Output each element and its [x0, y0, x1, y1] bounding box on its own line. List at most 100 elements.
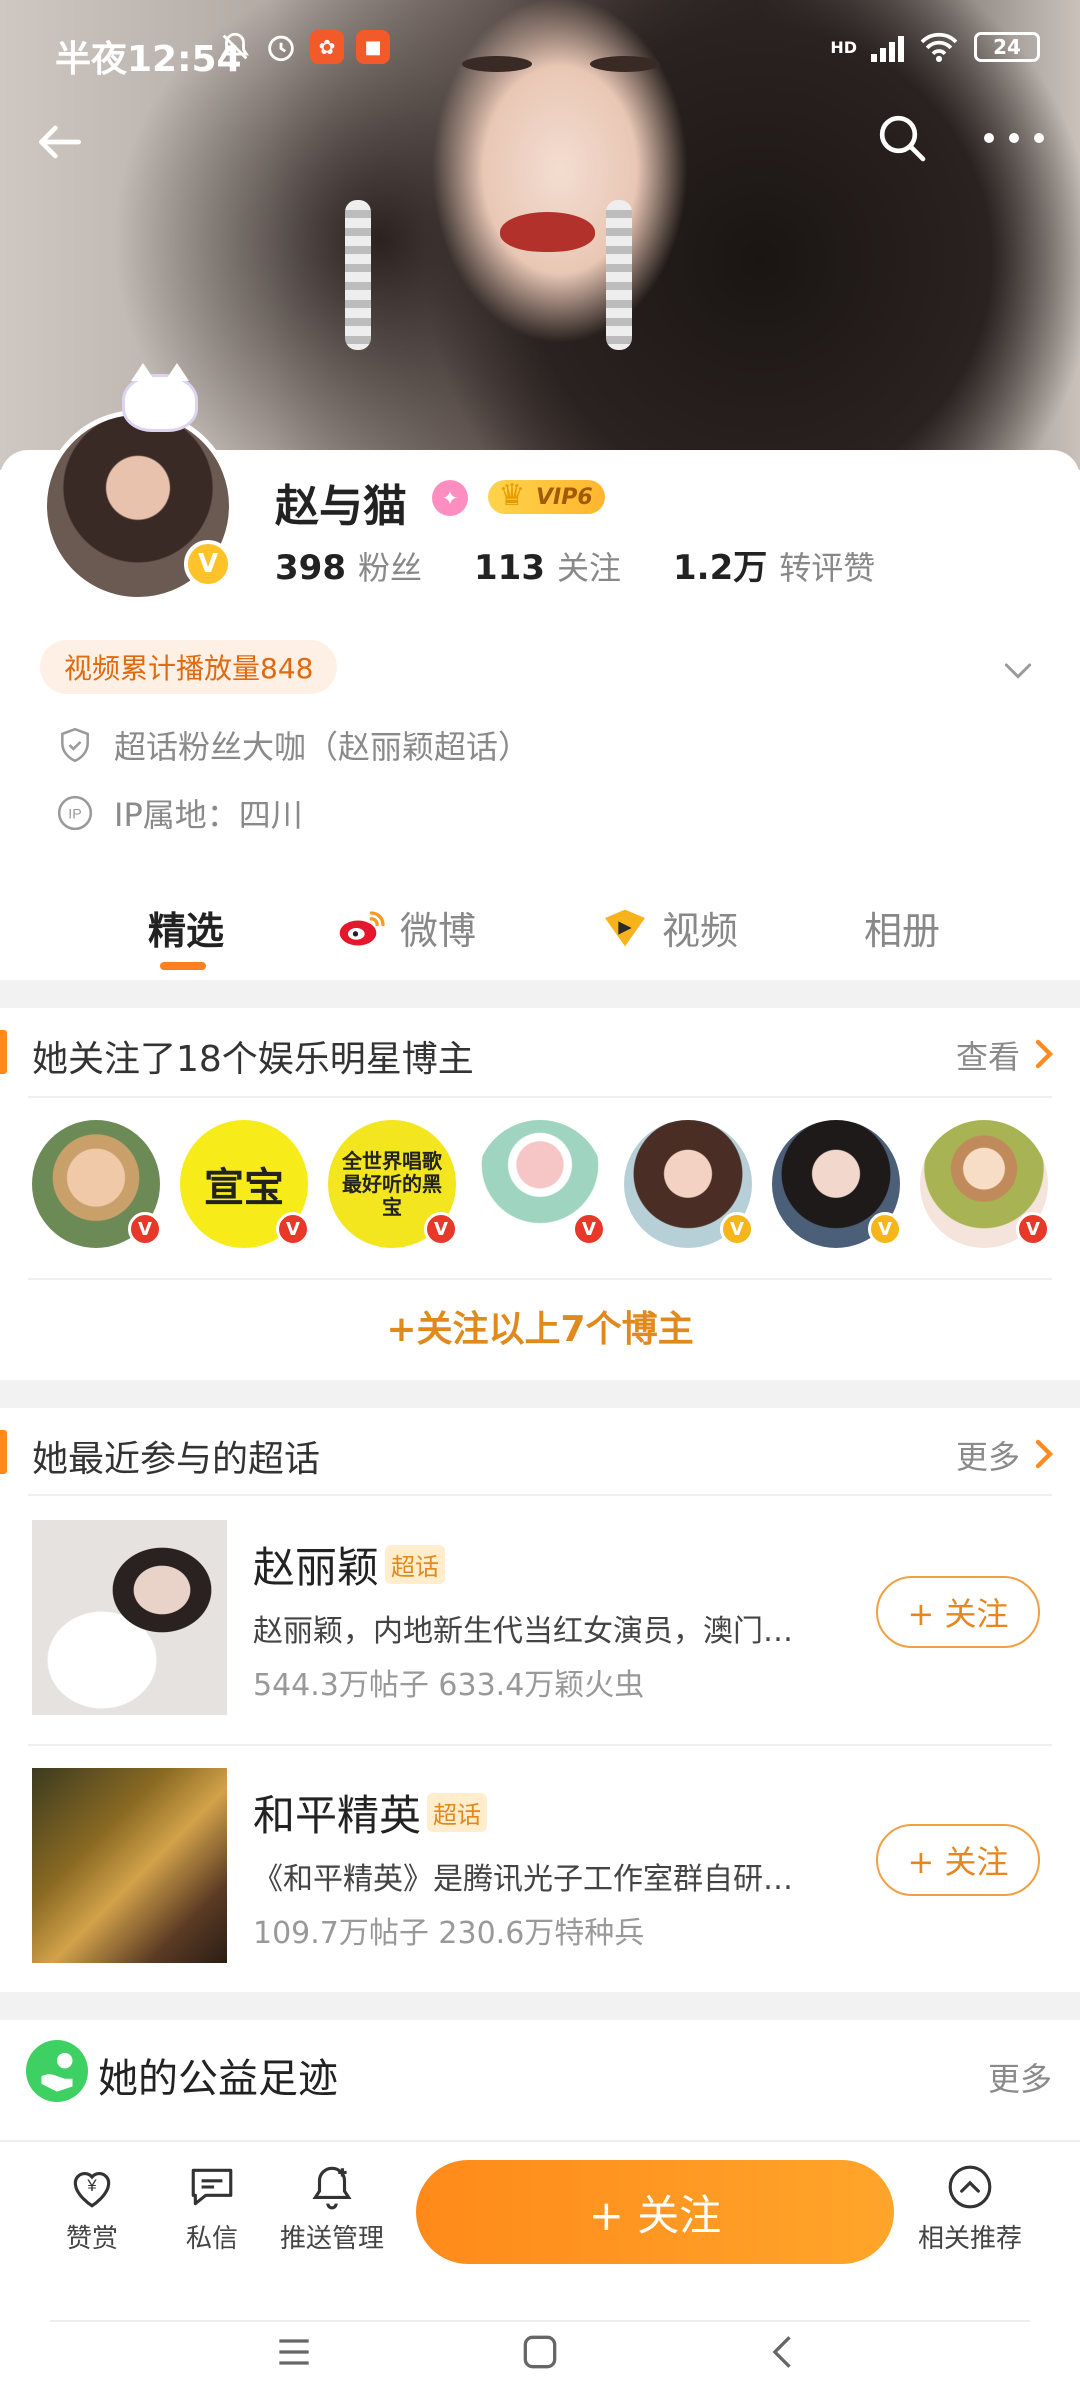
home-icon[interactable]: [518, 2330, 562, 2374]
status-bar: 半夜12:54 ✿ ■ HD 24: [0, 0, 1080, 100]
push-settings-label: 推送管理: [279, 2224, 384, 2254]
chevron-right-icon: [1035, 1439, 1054, 1469]
hd-label: HD: [830, 37, 857, 57]
section-divider: [0, 1380, 1080, 1408]
verified-red-icon: V: [1016, 1212, 1050, 1246]
more-link[interactable]: 更多: [956, 1432, 1020, 1478]
bottom-action-bar: ¥ 赞赏 私信 推送管理 + 关注 相关推荐: [0, 2140, 1080, 2300]
super-topic-tag: 超话: [427, 1793, 488, 1832]
reward-icon: ¥: [73, 2171, 111, 2208]
verified-red-icon: V: [424, 1212, 458, 1246]
star-avatar[interactable]: V: [624, 1120, 754, 1248]
section-divider: [0, 980, 1080, 1008]
status-system-icons: HD 24: [830, 30, 1040, 64]
tab-label: 相册: [864, 909, 941, 953]
divider: [28, 1096, 1052, 1098]
alarm-icon: [264, 30, 298, 64]
stat-number: 1.2万: [673, 548, 768, 588]
menu-icon[interactable]: [272, 2330, 316, 2374]
status-notification-icons: ✿ ■: [218, 30, 390, 64]
back-icon[interactable]: [762, 2330, 806, 2374]
profile-avatar[interactable]: V: [42, 363, 234, 602]
tab-label: 微博: [400, 909, 477, 953]
svg-text:¥: ¥: [86, 2176, 97, 2195]
super-fan-info[interactable]: 超话粉丝大咖（赵丽颖超话）: [56, 722, 530, 768]
verified-yellow-icon: V: [720, 1212, 754, 1246]
charity-icon: [26, 2040, 88, 2102]
follow-topic-button[interactable]: + 关注: [876, 1576, 1040, 1648]
active-tab-indicator: [160, 962, 206, 970]
star-avatar[interactable]: 全世界唱歌最好听的黑宝 V: [328, 1120, 458, 1248]
star-avatar[interactable]: V: [920, 1120, 1050, 1248]
system-navigation-bar: [0, 2300, 1080, 2400]
push-settings-button[interactable]: 推送管理: [272, 2162, 392, 2255]
divider: [28, 1278, 1052, 1280]
tab-video[interactable]: 视频: [600, 900, 738, 955]
stat-interactions[interactable]: 1.2万 转评赞: [673, 540, 875, 589]
reward-button[interactable]: ¥ 赞赏: [32, 2162, 152, 2255]
stat-fans[interactable]: 398 粉丝: [275, 543, 422, 589]
topic-name-row: 和平精英 超话: [253, 1782, 488, 1843]
followed-stars-list: V 宣宝 V 全世界唱歌最好听的黑宝 V V V V V: [0, 1120, 1080, 1260]
followed-stars-header[interactable]: 她关注了18个娱乐明星博主 查看: [0, 1008, 1080, 1096]
reward-label: 赞赏: [65, 2224, 118, 2254]
stat-label: 转评赞: [779, 549, 876, 587]
topic-stats: 544.3万帖子 633.4万颖火虫: [253, 1668, 645, 1703]
verified-red-icon: V: [276, 1212, 310, 1246]
section-accent-bar: [0, 1030, 7, 1074]
section-title: 她关注了18个娱乐明星博主: [32, 1039, 474, 1080]
follow-all-stars-button[interactable]: +关注以上7个博主: [0, 1300, 1080, 1352]
profile-tabs: 精选 微博 视频 相册: [0, 880, 1080, 980]
cover-detail: [500, 212, 595, 252]
super-topic-item[interactable]: 和平精英 超话 《和平精英》是腾讯光子工作室群自研… 109.7万帖子 230.…: [0, 1744, 1080, 1994]
topic-thumbnail[interactable]: [32, 1768, 227, 1963]
tab-weibo[interactable]: 微博: [338, 900, 476, 955]
super-topic-tag: 超话: [385, 1545, 446, 1584]
message-label: 私信: [185, 2224, 238, 2254]
section-title: 她最近参与的超话: [32, 1439, 321, 1480]
star-avatar[interactable]: V: [476, 1120, 606, 1248]
section-divider: [0, 1992, 1080, 2020]
topic-description: 《和平精英》是腾讯光子工作室群自研…: [253, 1862, 793, 1897]
chevron-up-circle-icon: [948, 2165, 992, 2209]
topic-thumbnail[interactable]: [32, 1520, 227, 1715]
back-arrow-icon[interactable]: [32, 114, 88, 170]
ip-location-info: IP IP属地：四川: [56, 790, 303, 836]
cover-detail: [345, 200, 371, 350]
message-button[interactable]: 私信: [152, 2162, 272, 2255]
verified-badge-icon: V: [184, 540, 232, 588]
tab-featured[interactable]: 精选: [148, 900, 224, 955]
status-time: 半夜12:54: [55, 39, 242, 80]
divider: [50, 2320, 1030, 2322]
chevron-down-icon[interactable]: [998, 650, 1038, 690]
stat-following[interactable]: 113 关注: [474, 543, 621, 589]
vip-badge[interactable]: ♛ VIP6: [488, 478, 605, 514]
follow-topic-button[interactable]: + 关注: [876, 1824, 1040, 1896]
star-avatar[interactable]: V: [32, 1120, 162, 1248]
section-accent-bar: [0, 1430, 7, 1474]
stat-number: 113: [474, 548, 545, 588]
signal-icon: [871, 32, 904, 62]
tab-label: 视频: [662, 909, 739, 953]
message-icon: [191, 2168, 233, 2206]
star-avatar[interactable]: V: [772, 1120, 902, 1248]
tab-album[interactable]: 相册: [864, 900, 940, 955]
super-topics-header[interactable]: 她最近参与的超话 更多: [0, 1408, 1080, 1496]
super-topic-item[interactable]: 赵丽颖 超话 赵丽颖，内地新生代当红女演员，澳门… 544.3万帖子 633.4…: [0, 1496, 1080, 1746]
shield-check-icon: [61, 727, 89, 763]
stat-label: 关注: [556, 549, 621, 587]
follow-button[interactable]: + 关注: [416, 2160, 894, 2264]
related-recommend-label: 相关推荐: [917, 2224, 1022, 2254]
weibo-logo-icon: [339, 910, 385, 945]
charity-more-link[interactable]: 更多: [988, 2054, 1052, 2100]
crown-icon: ♛: [498, 478, 526, 513]
search-icon[interactable]: [874, 110, 930, 166]
video-record-icon: ■: [356, 30, 390, 64]
view-link[interactable]: 查看: [956, 1032, 1020, 1078]
star-avatar[interactable]: 宣宝 V: [180, 1120, 310, 1248]
stat-number: 398: [275, 548, 346, 588]
more-options-icon[interactable]: [984, 110, 1044, 166]
related-recommend-button[interactable]: 相关推荐: [910, 2162, 1030, 2255]
pink-member-badge-icon[interactable]: ✦: [432, 480, 468, 516]
verified-yellow-icon: V: [868, 1212, 902, 1246]
